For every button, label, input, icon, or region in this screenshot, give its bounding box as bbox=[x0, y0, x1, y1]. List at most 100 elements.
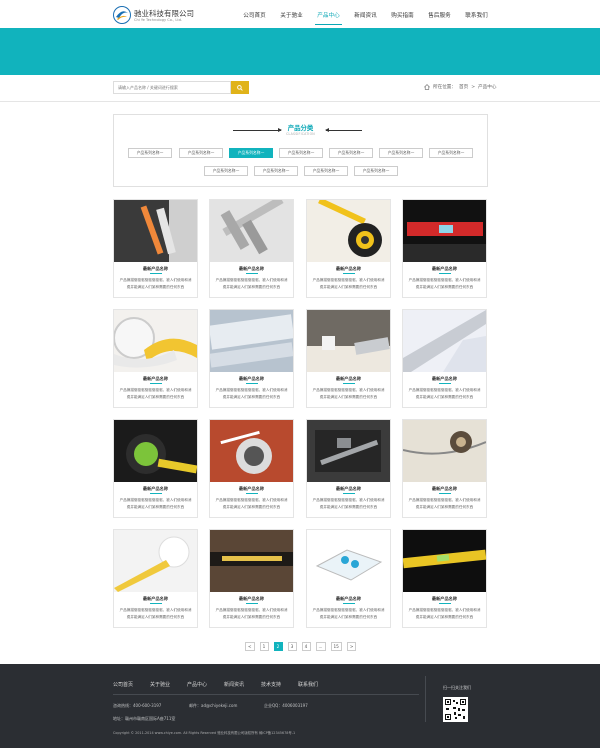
product-image-yellow-spirit-level[interactable] bbox=[403, 530, 486, 592]
product-card[interactable]: 最新产品名称产品摘描驱驱驱驱驱驱驱驱，被人们使用和消费并能满足人们某种需要的任何… bbox=[402, 419, 487, 518]
page-button-5[interactable]: 4 bbox=[301, 642, 311, 651]
product-card[interactable]: 最新产品名称产品摘描驱驱驱驱驱驱驱驱，被人们使用和消费并能满足人们某种需要的任何… bbox=[209, 529, 294, 628]
product-card[interactable]: 最新产品名称 产品摘描驱驱驱驱驱驱驱驱，被人们使用和消费并能满足人们某种需要的任何… bbox=[113, 199, 198, 298]
nav-item-3[interactable]: 产品中心 bbox=[310, 0, 347, 28]
nav-item-4[interactable]: 新闻资讯 bbox=[347, 0, 384, 28]
footer-nav-item-2[interactable]: 关于驰业 bbox=[150, 681, 187, 688]
category-button-2[interactable]: 产品系列名称一 bbox=[179, 148, 223, 158]
product-image-steel-ruler-paper[interactable] bbox=[403, 310, 486, 372]
product-card[interactable]: 最新产品名称 产品摘描驱驱驱驱驱驱驱驱，被人们使用和消费并能满足人们某种需要的任何… bbox=[209, 309, 294, 408]
product-title[interactable]: 最新产品名称 bbox=[307, 486, 390, 492]
product-title[interactable]: 最新产品名称 bbox=[307, 266, 390, 272]
product-image-green-tape-measure[interactable] bbox=[114, 420, 197, 482]
product-title[interactable]: 最新产品名称 bbox=[403, 376, 486, 382]
product-title-underline bbox=[246, 383, 258, 384]
product-image-red-spirit-level[interactable] bbox=[403, 200, 486, 262]
nav-item-7[interactable]: 联系我们 bbox=[458, 0, 495, 28]
product-image-old-tape-measure[interactable] bbox=[403, 420, 486, 482]
logo[interactable]: 驰业科技有限公司 Chi Ye Technology Co., Ltd. bbox=[113, 4, 203, 26]
product-title[interactable]: 最新产品名称 bbox=[307, 596, 390, 602]
product-title[interactable]: 最新产品名称 bbox=[114, 266, 197, 272]
category-title: 产品分类 bbox=[287, 124, 314, 132]
product-card[interactable]: 最新产品名称 产品摘描驱驱驱驱驱驱驱驱，被人们使用和消费并能满足人们某种需要的任何… bbox=[402, 529, 487, 628]
nav-item-1[interactable]: 公司首页 bbox=[236, 0, 273, 28]
page-button-8[interactable]: > bbox=[346, 642, 357, 651]
product-card[interactable]: 最新产品名称 产品摘描驱驱驱驱驱驱驱驱，被人们使用和消费并能满足人们某种需要的任何… bbox=[113, 419, 198, 518]
page-button-7[interactable]: 15 bbox=[330, 642, 342, 651]
product-card[interactable]: 最新产品名称 产品摘描驱驱驱驱驱驱驱驱，被人们使用和消费并能满足人们某种需要的任何… bbox=[209, 419, 294, 518]
footer-email-value[interactable]: ad@chiyekeji.com bbox=[201, 703, 237, 708]
product-title[interactable]: 最新产品名称 bbox=[307, 376, 390, 382]
footer-nav-item-1[interactable]: 公司首页 bbox=[113, 681, 150, 688]
product-description: 产品摘描驱驱驱驱驱驱驱驱，被人们使用和消费并能满足人们某种需要的任何东西 bbox=[215, 608, 288, 619]
product-title[interactable]: 最新产品名称 bbox=[403, 596, 486, 602]
product-card[interactable]: 最新产品名称 产品摘描驱驱驱驱驱驱驱驱，被人们使用和消费并能满足人们某种需要的任何… bbox=[306, 309, 391, 408]
product-description: 产品摘描驱驱驱驱驱驱驱驱，被人们使用和消费并能满足人们某种需要的任何东西 bbox=[119, 608, 192, 619]
category-button-4[interactable]: 产品系列名称一 bbox=[279, 148, 323, 158]
product-image-digital-scale[interactable] bbox=[307, 530, 390, 592]
category-button-1[interactable]: 产品系列名称一 bbox=[128, 148, 172, 158]
search-input[interactable] bbox=[114, 82, 230, 93]
product-title-underline bbox=[246, 493, 258, 494]
product-card[interactable]: 最新产品名称产品摘描驱驱驱驱驱驱驱驱，被人们使用和消费并能满足人们某种需要的任何… bbox=[306, 419, 391, 518]
category-button-7[interactable]: 产品系列名称一 bbox=[429, 148, 473, 158]
footer-nav-item-4[interactable]: 新闻资讯 bbox=[224, 681, 261, 688]
product-card[interactable]: 最新产品名称 产品摘描驱驱驱驱驱驱驱驱，被人们使用和消费并能满足人们某种需要的任何… bbox=[113, 309, 198, 408]
product-title[interactable]: 最新产品名称 bbox=[403, 266, 486, 272]
nav-item-2[interactable]: 关于驰业 bbox=[273, 0, 310, 28]
breadcrumb-home[interactable]: 首页 bbox=[459, 84, 468, 90]
product-image-round-tape-measure[interactable] bbox=[210, 420, 293, 482]
footer-address-label: 地址： bbox=[113, 716, 125, 721]
category-button-10[interactable]: 产品系列名称一 bbox=[304, 166, 348, 176]
product-title[interactable]: 最新产品名称 bbox=[403, 486, 486, 492]
product-title[interactable]: 最新产品名称 bbox=[114, 486, 197, 492]
category-button-5[interactable]: 产品系列名称一 bbox=[329, 148, 373, 158]
product-image-vernier-caliper[interactable] bbox=[210, 200, 293, 262]
footer-nav-item-3[interactable]: 产品中心 bbox=[187, 681, 224, 688]
footer-address: 地址：赣州市赣南区国际A座711室 bbox=[113, 716, 175, 722]
product-image-digital-caliper-case[interactable] bbox=[307, 420, 390, 482]
product-image-desk-coffee[interactable] bbox=[307, 310, 390, 372]
product-title[interactable]: 最新产品名称 bbox=[114, 596, 197, 602]
page-button-3[interactable]: 2 bbox=[273, 642, 283, 651]
product-description: 产品摘描驱驱驱驱驱驱驱驱，被人们使用和消费并能满足人们某种需要的任何东西 bbox=[408, 388, 481, 399]
product-card[interactable]: 最新产品名称产品摘描驱驱驱驱驱驱驱驱，被人们使用和消费并能满足人们某种需要的任何… bbox=[306, 199, 391, 298]
product-title[interactable]: 最新产品名称 bbox=[210, 596, 293, 602]
footer-copyright: Copyright © 2011-2014 www.chiye.com. All… bbox=[113, 731, 296, 735]
category-button-3[interactable]: 产品系列名称一 bbox=[229, 148, 273, 158]
product-image-tape-on-cutter[interactable] bbox=[114, 200, 197, 262]
category-subtitle: CLASSIFICATION bbox=[286, 132, 315, 136]
product-title[interactable]: 最新产品名称 bbox=[114, 376, 197, 382]
product-card[interactable]: 最新产品名称 产品摘描驱驱驱驱驱驱驱驱，被人们使用和消费并能满足人们某种需要的任何… bbox=[402, 199, 487, 298]
page-button-6[interactable]: ... bbox=[315, 642, 326, 651]
product-card[interactable]: 最新产品名称 产品摘描驱驱驱驱驱驱驱驱，被人们使用和消费并能满足人们某种需要的任何… bbox=[209, 199, 294, 298]
product-image-dark-ruler[interactable] bbox=[210, 530, 293, 592]
footer-nav-item-6[interactable]: 联系我们 bbox=[298, 681, 335, 688]
product-title-underline bbox=[439, 273, 451, 274]
product-image-soft-tape-measure[interactable] bbox=[114, 310, 197, 372]
page-button-2[interactable]: 1 bbox=[259, 642, 269, 651]
product-title[interactable]: 最新产品名称 bbox=[210, 376, 293, 382]
divider bbox=[0, 101, 600, 102]
nav-item-5[interactable]: 购买指南 bbox=[384, 0, 421, 28]
category-button-8[interactable]: 产品系列名称一 bbox=[204, 166, 248, 176]
product-title[interactable]: 最新产品名称 bbox=[210, 486, 293, 492]
page-button-1[interactable]: < bbox=[245, 642, 255, 651]
product-description: 产品摘描驱驱驱驱驱驱驱驱，被人们使用和消费并能满足人们某种需要的任何东西 bbox=[312, 498, 385, 509]
product-description: 产品摘描驱驱驱驱驱驱驱驱，被人们使用和消费并能满足人们某种需要的任何东西 bbox=[312, 278, 385, 289]
category-button-6[interactable]: 产品系列名称一 bbox=[379, 148, 423, 158]
nav-item-6[interactable]: 售后服务 bbox=[421, 0, 458, 28]
footer-nav-item-5[interactable]: 技术支持 bbox=[261, 681, 298, 688]
product-image-yellow-tape-measure[interactable] bbox=[307, 200, 390, 262]
product-card[interactable]: 最新产品名称产品摘描驱驱驱驱驱驱驱驱，被人们使用和消费并能满足人们某种需要的任何… bbox=[113, 529, 198, 628]
search-button[interactable] bbox=[231, 81, 249, 94]
product-image-steel-ruler-closeup[interactable] bbox=[210, 310, 293, 372]
category-button-9[interactable]: 产品系列名称一 bbox=[254, 166, 298, 176]
product-image-white-tape-measure[interactable] bbox=[114, 530, 197, 592]
product-description: 产品摘描驱驱驱驱驱驱驱驱，被人们使用和消费并能满足人们某种需要的任何东西 bbox=[408, 498, 481, 509]
product-card[interactable]: 最新产品名称产品摘描驱驱驱驱驱驱驱驱，被人们使用和消费并能满足人们某种需要的任何… bbox=[402, 309, 487, 408]
page-button-4[interactable]: 3 bbox=[287, 642, 297, 651]
product-card[interactable]: 最新产品名称 产品摘描驱驱驱驱驱驱驱驱，被人们使用和消费并能满足人们某种需要的任何… bbox=[306, 529, 391, 628]
product-title[interactable]: 最新产品名称 bbox=[210, 266, 293, 272]
category-button-11[interactable]: 产品系列名称一 bbox=[354, 166, 398, 176]
